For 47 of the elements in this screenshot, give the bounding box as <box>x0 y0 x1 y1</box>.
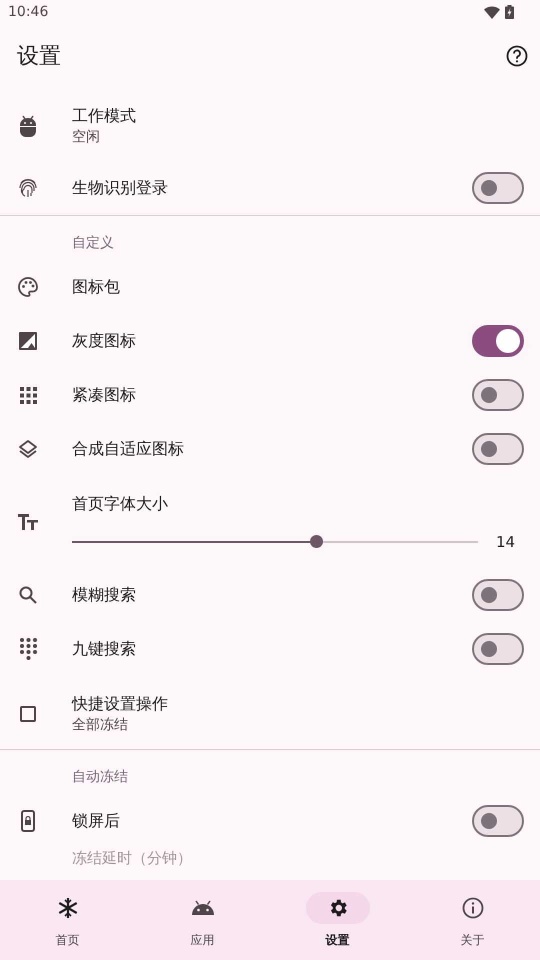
nav-tab[interactable]: 设置 <box>270 880 405 960</box>
setting-title: 紧凑图标 <box>72 384 137 406</box>
toggle-switch[interactable] <box>472 579 524 611</box>
setting-title: 九键搜索 <box>72 638 137 660</box>
toggle-switch[interactable] <box>472 172 524 204</box>
setting-title: 锁屏后 <box>72 810 121 832</box>
toggle-switch[interactable] <box>472 633 524 665</box>
slider-value: 14 <box>496 532 516 550</box>
section-header: 自定义 <box>72 234 114 252</box>
setting-summary: 空闲 <box>72 128 101 146</box>
info-icon <box>462 897 484 919</box>
setting-title: 工作模式 <box>72 106 137 127</box>
toggle-switch[interactable] <box>472 805 524 837</box>
setting-title: 首页字体大小 <box>72 494 169 514</box>
help-button[interactable] <box>506 45 528 67</box>
android-icon <box>190 900 214 916</box>
nav-tab[interactable]: 应用 <box>135 880 270 960</box>
layers-icon <box>18 439 38 459</box>
battery-icon <box>505 5 514 19</box>
palette-icon <box>18 277 38 297</box>
setting-title: 快捷设置操作 <box>72 694 169 715</box>
setting-title: 灰度图标 <box>72 330 137 352</box>
phone-lock-icon <box>21 810 35 832</box>
setting-title: 合成自适应图标 <box>72 438 185 460</box>
nav-tab[interactable]: 首页 <box>0 880 135 960</box>
toggle-switch[interactable] <box>472 325 524 357</box>
nav-tab[interactable]: 关于 <box>405 880 540 960</box>
status-time: 10:46 <box>8 4 48 20</box>
setting-title: 模糊搜索 <box>72 584 137 606</box>
toggle-switch[interactable] <box>472 379 524 411</box>
dialpad-icon <box>20 638 36 660</box>
wifi-icon <box>484 6 500 18</box>
fingerprint-icon <box>18 178 38 198</box>
search-icon <box>19 586 37 604</box>
toggle-switch[interactable] <box>472 433 524 465</box>
page-title: 设置 <box>17 43 61 71</box>
square-icon <box>20 706 36 722</box>
text-size-icon <box>18 514 38 530</box>
setting-title: 图标包 <box>72 276 121 298</box>
setting-title: 冻结延时（分钟） <box>72 848 192 868</box>
section-header: 自动冻结 <box>72 768 128 786</box>
snowflake-icon <box>56 897 78 919</box>
setting-summary: 全部冻结 <box>72 716 129 734</box>
android-icon <box>19 115 37 137</box>
contrast-square-icon <box>19 332 37 350</box>
setting-title: 生物识别登录 <box>72 178 169 198</box>
grid-icon <box>20 386 36 404</box>
